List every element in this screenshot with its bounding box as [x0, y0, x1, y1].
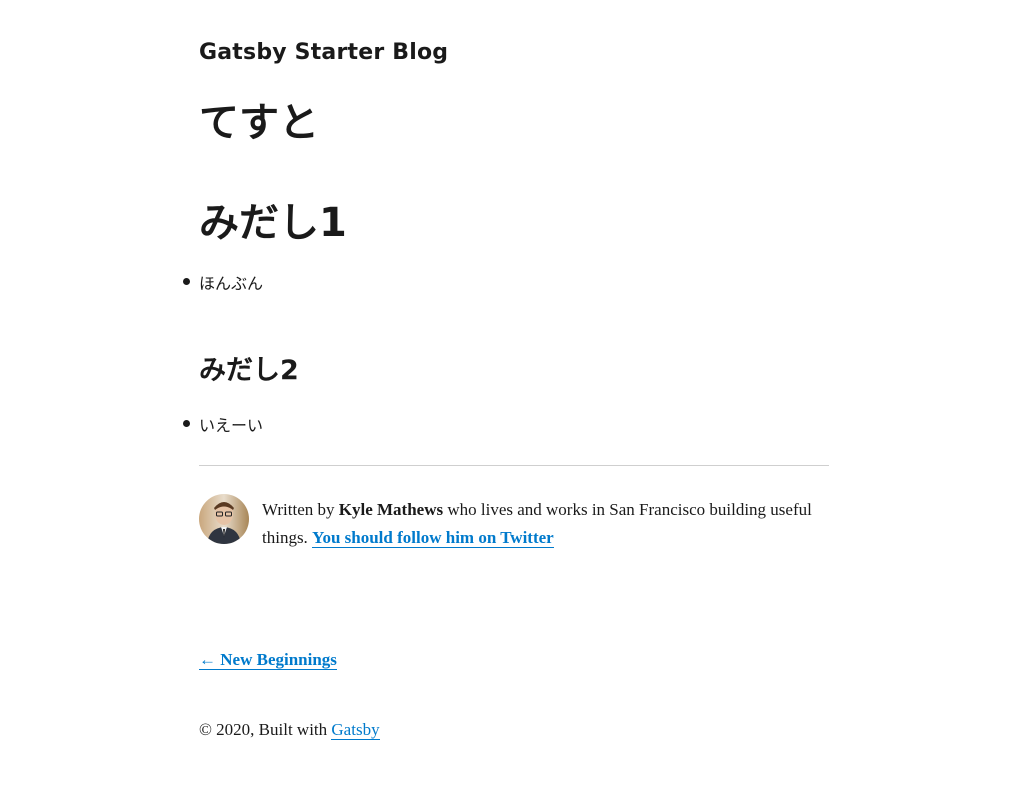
post-title: てすと	[199, 100, 319, 146]
author-photo-icon	[199, 494, 249, 544]
section-heading-1: みだし1	[199, 200, 347, 246]
copyright-text: © 2020, Built with	[199, 720, 332, 739]
page: Gatsby Starter Blog てすと みだし1 ほんぶん みだし2 い…	[0, 0, 1027, 788]
section-heading-2: みだし2	[199, 355, 299, 386]
twitter-link[interactable]: You should follow him on Twitter	[312, 528, 554, 547]
list-item: ほんぶん	[183, 270, 264, 294]
post-navigation: ← New Beginnings	[199, 650, 337, 670]
divider	[199, 465, 829, 466]
list-item-text: ほんぶん	[199, 274, 264, 293]
gatsby-link[interactable]: Gatsby	[331, 720, 379, 739]
author-bio: Written by Kyle Mathews who lives and wo…	[262, 496, 832, 552]
bio-prefix: Written by	[262, 500, 339, 519]
site-title-link[interactable]: Gatsby Starter Blog	[199, 40, 448, 65]
avatar	[199, 494, 249, 544]
bullet-icon	[183, 420, 190, 427]
previous-post-link[interactable]: ← New Beginnings	[199, 650, 337, 669]
footer: © 2020, Built with Gatsby	[199, 720, 380, 740]
author-name: Kyle Mathews	[338, 500, 444, 519]
bullet-icon	[183, 278, 190, 285]
list-item-text: いえーい	[199, 416, 264, 435]
list-item: いえーい	[183, 412, 264, 436]
